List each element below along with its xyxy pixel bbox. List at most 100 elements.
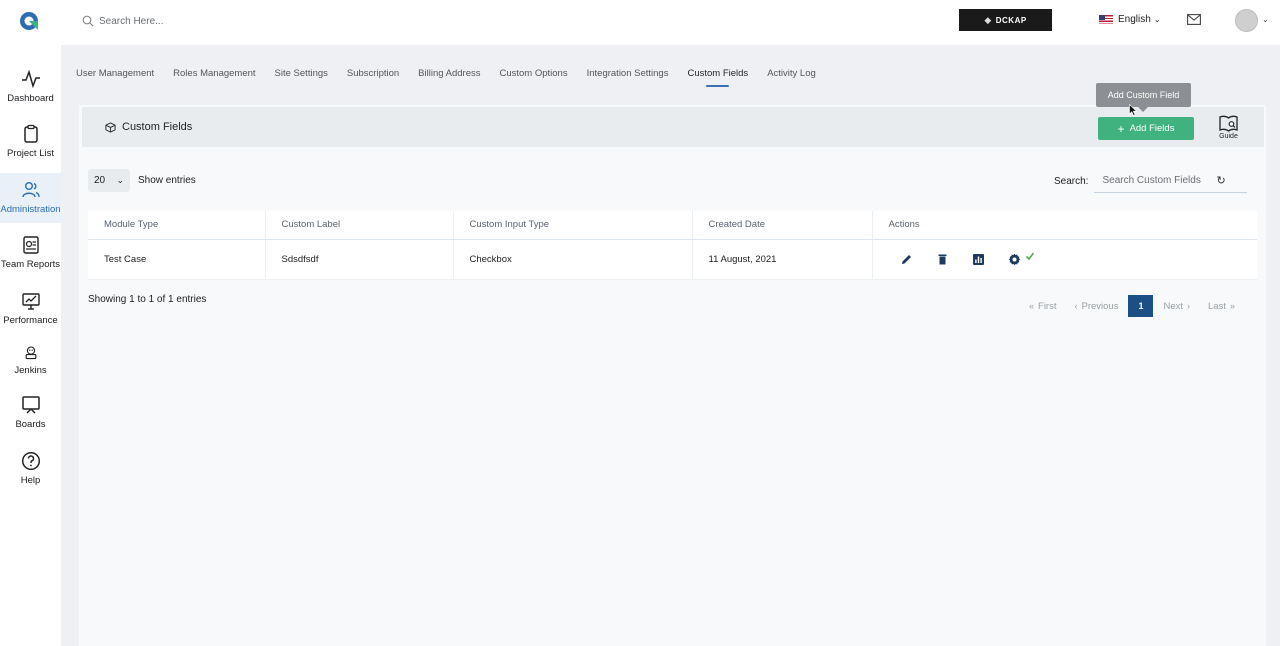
- cell-created-date: 11 August, 2021: [692, 239, 873, 280]
- refresh-icon[interactable]: ↻: [1216, 174, 1225, 187]
- search-box[interactable]: ↻: [1094, 169, 1248, 193]
- sidebar-item-label: Boards: [15, 419, 46, 430]
- sidebar-item-help[interactable]: Help: [0, 451, 61, 486]
- sidebar-item-team-reports[interactable]: Team Reports: [0, 235, 61, 270]
- chevron-right-icon: ›: [1187, 301, 1190, 311]
- custom-fields-table: Module Type Custom Label Custom Input Ty…: [88, 211, 1257, 280]
- pagination-previous[interactable]: ‹ Previous: [1074, 301, 1118, 312]
- cell-actions: [872, 239, 1257, 280]
- add-fields-button[interactable]: + Add Fields: [1098, 117, 1194, 140]
- sidebar-item-boards[interactable]: Boards: [0, 395, 61, 430]
- tab-billing-address[interactable]: Billing Address: [418, 68, 480, 87]
- delete-button[interactable]: [925, 253, 961, 266]
- brand-logo-icon: ◆: [984, 14, 992, 25]
- add-fields-label: Add Fields: [1129, 123, 1175, 134]
- tab-site-settings[interactable]: Site Settings: [275, 68, 328, 87]
- jenkins-icon: [25, 346, 36, 360]
- us-flag-icon: [1099, 15, 1113, 24]
- column-header-module-type[interactable]: Module Type: [88, 211, 266, 240]
- cell-module-type: Test Case: [88, 239, 266, 280]
- search-label: Search:: [1054, 175, 1089, 187]
- panel-header: Custom Fields + Add Fields Guide: [82, 107, 1264, 147]
- chevron-down-icon: ⌄: [1153, 15, 1161, 24]
- sidebar-item-label: Project List: [7, 148, 54, 159]
- guide-label: Guide: [1219, 133, 1238, 140]
- panel-title-text: Custom Fields: [122, 121, 193, 133]
- pagination-next-label: Next: [1163, 300, 1183, 312]
- entries-summary: Showing 1 to 1 of 1 entries: [88, 294, 207, 305]
- pagination-first[interactable]: «First: [1029, 301, 1056, 312]
- edit-button[interactable]: [889, 253, 925, 266]
- global-search[interactable]: [82, 13, 299, 29]
- pagination-last[interactable]: Last»: [1208, 301, 1235, 312]
- tab-roles-management[interactable]: Roles Management: [173, 68, 255, 87]
- admin-tabs: User Management Roles Management Site Se…: [76, 68, 835, 87]
- entries-control: 20 ⌄ Show entries: [88, 169, 196, 192]
- tab-user-management[interactable]: User Management: [76, 68, 154, 87]
- sidebar-item-administration[interactable]: Administration: [0, 173, 61, 223]
- help-icon: [21, 451, 40, 471]
- top-bar: ◆ DCKAP English ⌄ ⌄: [0, 0, 1280, 45]
- column-header-custom-label[interactable]: Custom Label: [265, 211, 454, 240]
- tab-integration-settings[interactable]: Integration Settings: [587, 68, 669, 87]
- double-chevron-right-icon: »: [1229, 301, 1235, 311]
- language-selector[interactable]: English ⌄: [1099, 14, 1161, 25]
- sidebar-item-label: Team Reports: [0, 259, 61, 270]
- pagination-previous-label: Previous: [1081, 300, 1119, 312]
- entries-label: Show entries: [138, 175, 196, 186]
- brand-name: DCKAP: [995, 15, 1027, 25]
- plus-icon: +: [1117, 121, 1125, 136]
- chevron-down-icon[interactable]: ⌄: [1262, 15, 1269, 24]
- table-header-row: Module Type Custom Label Custom Input Ty…: [88, 211, 1257, 240]
- chevron-down-icon: ⌄: [116, 175, 124, 185]
- cell-custom-label: Sdsdfsdf: [265, 239, 454, 280]
- bar-chart-icon: [973, 253, 984, 265]
- brand-badge[interactable]: ◆ DCKAP: [959, 9, 1052, 31]
- gear-icon: [1008, 253, 1021, 265]
- search-input[interactable]: [1102, 175, 1215, 186]
- sidebar-item-label: Dashboard: [7, 93, 54, 104]
- pagination-page-1[interactable]: 1: [1128, 295, 1154, 317]
- double-chevron-left-icon: «: [1029, 301, 1035, 311]
- search-icon: [82, 15, 94, 27]
- global-search-input[interactable]: [99, 15, 299, 27]
- board-icon: [21, 396, 40, 414]
- performance-icon: [21, 293, 40, 310]
- tab-subscription[interactable]: Subscription: [347, 68, 399, 87]
- column-header-input-type[interactable]: Custom Input Type: [453, 211, 693, 240]
- sidebar-item-jenkins[interactable]: Jenkins: [0, 345, 61, 376]
- pencil-icon: [902, 254, 911, 264]
- language-label: English: [1118, 14, 1151, 25]
- column-header-created-date[interactable]: Created Date: [692, 211, 873, 240]
- pagination-next[interactable]: Next ›: [1163, 301, 1190, 312]
- tab-custom-options[interactable]: Custom Options: [499, 68, 567, 87]
- app-logo-icon[interactable]: [18, 10, 40, 32]
- mouse-cursor-icon: [1129, 104, 1137, 116]
- table-search: Search: ↻: [1054, 169, 1248, 193]
- entries-select[interactable]: 20 ⌄: [88, 169, 130, 192]
- stats-button[interactable]: [961, 253, 997, 266]
- cell-input-type: Checkbox: [453, 239, 693, 280]
- sidebar-item-project-list[interactable]: Project List: [0, 124, 61, 159]
- book-search-icon: [1219, 115, 1238, 132]
- sidebar-item-dashboard[interactable]: Dashboard: [0, 69, 61, 104]
- table-row: Test Case Sdsdfsdf Checkbox 11 August, 2…: [88, 239, 1257, 280]
- tab-activity-log[interactable]: Activity Log: [767, 68, 816, 87]
- sidebar-item-performance[interactable]: Performance: [0, 291, 61, 326]
- column-header-actions: Actions: [872, 211, 1257, 240]
- guide-button[interactable]: Guide: [1219, 115, 1238, 140]
- pagination-last-label: Last: [1208, 300, 1226, 312]
- sidebar: Dashboard Project List Administration Te…: [0, 45, 61, 646]
- mail-icon[interactable]: [1187, 14, 1201, 25]
- tab-custom-fields[interactable]: Custom Fields: [687, 68, 748, 87]
- pagination: «First ‹ Previous 1 Next › Last»: [1029, 295, 1235, 317]
- users-icon: [21, 182, 40, 198]
- avatar[interactable]: [1235, 9, 1258, 32]
- chevron-left-icon: ‹: [1074, 301, 1078, 311]
- add-custom-field-tooltip: Add Custom Field: [1096, 83, 1191, 112]
- sidebar-item-label: Help: [20, 475, 41, 486]
- panel-title: Custom Fields: [105, 121, 192, 133]
- cube-icon: [105, 121, 116, 133]
- sidebar-item-label: Administration: [0, 204, 61, 215]
- clipboard-icon: [23, 124, 38, 143]
